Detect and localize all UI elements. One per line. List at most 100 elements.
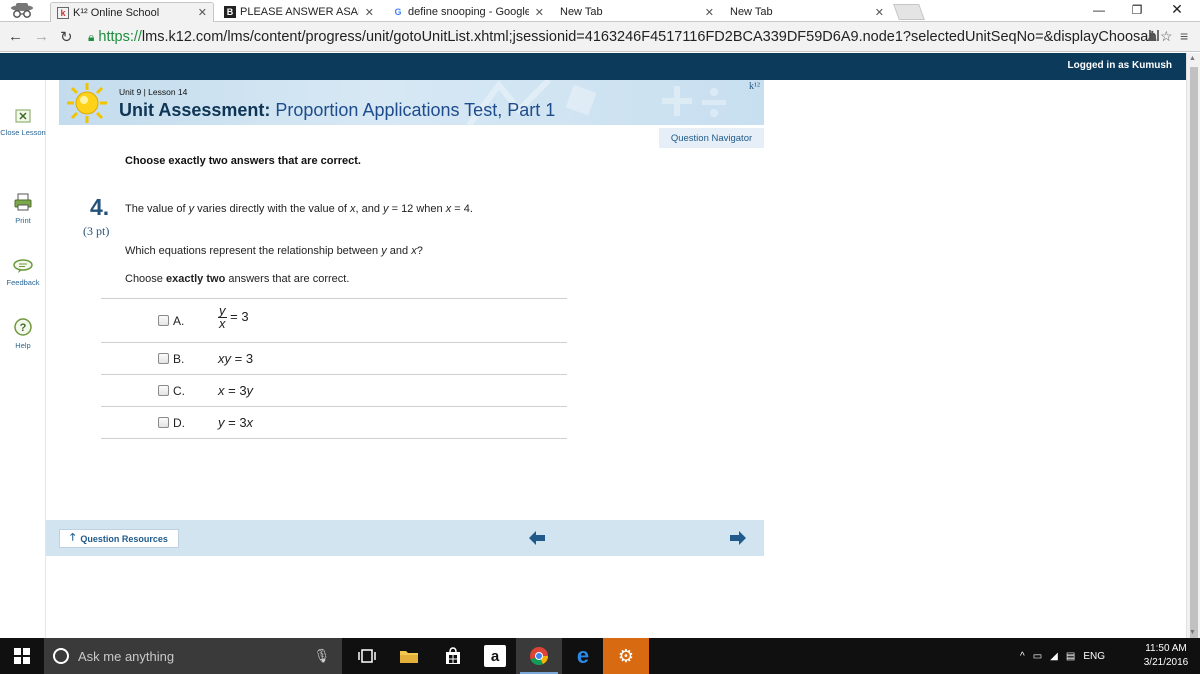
choose-text: Choose xyxy=(125,273,166,285)
sidebar-item-help[interactable]: ? Help xyxy=(0,318,46,350)
store-bag-icon xyxy=(446,647,460,664)
taskbar-settings[interactable]: ⚙︎ xyxy=(603,638,649,674)
assessment-topic: Proportion Applications Test, Part 1 xyxy=(275,100,556,120)
browser-toolbar: ← → ↻ 🔒︎ https:// lms.k12.com/lms/conten… xyxy=(0,22,1200,52)
answer-fraction: y x xyxy=(218,304,227,330)
instruction-heading: Choose exactly two answers that are corr… xyxy=(125,155,361,167)
microphone-icon[interactable]: 🎙︎ xyxy=(313,648,330,664)
answer-option-d[interactable]: D. y = 3x xyxy=(101,407,567,439)
url-scheme: https:// xyxy=(98,29,142,45)
window-close-icon[interactable]: ✕ xyxy=(1162,1,1192,18)
choose-emphasis: exactly two xyxy=(165,273,226,285)
tab-close-icon[interactable]: ✕ xyxy=(365,6,374,19)
browser-tab-strip: k K¹² Online School ✕ B PLEASE ANSWER AS… xyxy=(0,0,1200,22)
stem-text: , and xyxy=(355,203,384,215)
chevron-up-icon[interactable]: ^ xyxy=(1020,651,1025,662)
question-prompt: Which equations represent the relationsh… xyxy=(125,245,423,257)
gear-icon: ⚙︎ xyxy=(617,645,635,666)
taskbar-store[interactable] xyxy=(430,638,476,674)
tab-close-icon[interactable]: ✕ xyxy=(198,6,207,19)
sidebar-item-feedback[interactable]: Feedback xyxy=(0,259,46,287)
answer-checkbox[interactable] xyxy=(158,353,169,364)
answer-option-a[interactable]: A. y x = 3 xyxy=(101,299,567,343)
start-button[interactable] xyxy=(0,638,44,674)
lesson-sidebar: Close Lesson Print Feedback ? Help xyxy=(0,80,46,638)
page-scrollbar[interactable]: ▲ ▼ xyxy=(1186,53,1200,649)
url-bar[interactable]: 🔒︎ https:// lms.k12.com/lms/content/prog… xyxy=(88,27,1174,47)
prompt-text: ? xyxy=(416,245,423,257)
tab-new-tab-2[interactable]: New Tab ✕ xyxy=(724,2,890,22)
menu-icon[interactable]: ≡ xyxy=(1180,28,1188,44)
answer-expression: x = 3y xyxy=(218,383,253,398)
scrollbar-thumb[interactable] xyxy=(1190,67,1198,649)
prompt-text: Which equations represent the relationsh… xyxy=(125,245,382,257)
answer-list: A. y x = 3 B. xy = 3 C. x = 3y D. y = 3x xyxy=(101,298,567,439)
scroll-up-icon[interactable]: ▲ xyxy=(1189,55,1196,62)
bookmark-star-icon[interactable]: ☆ xyxy=(1160,28,1173,45)
answer-checkbox[interactable] xyxy=(158,385,169,396)
notification-icon[interactable]: ▤ xyxy=(1066,651,1075,662)
answer-checkbox[interactable] xyxy=(158,315,169,326)
taskbar-amazon[interactable]: a xyxy=(472,638,518,674)
prompt-text: and xyxy=(386,245,412,257)
tab-label: define snooping - Google xyxy=(408,6,529,18)
forward-arrow-icon[interactable]: → xyxy=(34,28,49,45)
new-tab-button[interactable] xyxy=(893,4,925,20)
assessment-title: Unit Assessment: Proportion Applications… xyxy=(119,100,555,121)
sidebar-item-print[interactable]: Print xyxy=(0,193,46,225)
question-navigator-button[interactable]: Question Navigator xyxy=(659,128,764,148)
tab-please-answer[interactable]: B PLEASE ANSWER ASAP!!!! ✕ xyxy=(218,2,380,22)
language-indicator[interactable]: ENG xyxy=(1083,651,1105,662)
tab-label: PLEASE ANSWER ASAP!!!! xyxy=(240,6,359,18)
battery-icon[interactable]: ▭ xyxy=(1033,651,1042,662)
taskbar-clock[interactable]: 11:50 AM 3/21/2016 xyxy=(1138,642,1194,670)
answer-option-c[interactable]: C. x = 3y xyxy=(101,375,567,407)
logged-in-text: Logged in as Kumush xyxy=(1067,60,1172,71)
close-lesson-icon xyxy=(15,109,31,123)
lesson-header: Unit 9 | Lesson 14 Unit Assessment: Prop… xyxy=(59,80,764,125)
cortana-search-box[interactable]: Ask me anything 🎙︎ xyxy=(44,638,342,674)
task-view-button[interactable] xyxy=(344,638,390,674)
answer-expression: y = 3x xyxy=(218,415,253,430)
lock-icon: 🔒︎ xyxy=(88,29,95,44)
wifi-icon[interactable]: ◢ xyxy=(1050,651,1058,662)
system-tray: ^ ▭ ◢ ▤ ENG xyxy=(1016,638,1109,674)
tab-close-icon[interactable]: ✕ xyxy=(875,6,884,19)
extension-icon[interactable]: ♟ xyxy=(1146,28,1159,45)
taskbar-file-explorer[interactable] xyxy=(386,638,432,674)
tab-k12-online-school[interactable]: k K¹² Online School ✕ xyxy=(50,2,214,22)
answer-letter: A. xyxy=(173,314,185,328)
question-resources-button[interactable]: 🡑︎ Question Resources xyxy=(59,529,179,548)
sidebar-item-close-lesson[interactable]: Close Lesson xyxy=(0,109,46,137)
answer-expression: y x = 3 xyxy=(218,304,249,330)
math-symbols-icon xyxy=(662,86,726,117)
svg-text:e: e xyxy=(577,646,589,666)
question-footer-bar: 🡑︎ Question Resources xyxy=(46,520,764,556)
answer-letter: D. xyxy=(173,416,185,430)
restore-icon[interactable]: ❐ xyxy=(1122,3,1152,17)
tab-define-snooping[interactable]: G define snooping - Google ✕ xyxy=(386,2,550,22)
taskbar-edge[interactable]: e xyxy=(560,638,606,674)
answer-checkbox[interactable] xyxy=(158,417,169,428)
stem-text: varies directly with the value of xyxy=(194,203,350,215)
arrow-up-icon: 🡑︎ xyxy=(70,532,76,543)
scroll-down-icon[interactable]: ▼ xyxy=(1189,629,1196,636)
sidebar-item-label: Feedback xyxy=(6,278,40,287)
arrow-right-icon xyxy=(730,531,746,545)
answer-mid: = 3 xyxy=(224,383,247,398)
choose-text: answers that are correct. xyxy=(225,273,350,285)
minimize-icon[interactable]: — xyxy=(1084,3,1114,17)
reload-icon[interactable]: ↻ xyxy=(60,28,73,46)
sun-icon xyxy=(67,83,107,123)
tab-close-icon[interactable]: ✕ xyxy=(535,6,544,19)
previous-question-button[interactable] xyxy=(526,527,548,549)
tab-close-icon[interactable]: ✕ xyxy=(705,6,714,19)
answer-letter: B. xyxy=(173,352,185,366)
next-question-button[interactable] xyxy=(727,527,749,549)
back-arrow-icon[interactable]: ← xyxy=(8,28,23,45)
tab-new-tab-1[interactable]: New Tab ✕ xyxy=(554,2,720,22)
taskbar-chrome[interactable] xyxy=(516,638,562,674)
stem-text: = 4. xyxy=(451,203,473,215)
answer-option-b[interactable]: B. xy = 3 xyxy=(101,343,567,375)
windows-logo-icon xyxy=(14,648,30,664)
